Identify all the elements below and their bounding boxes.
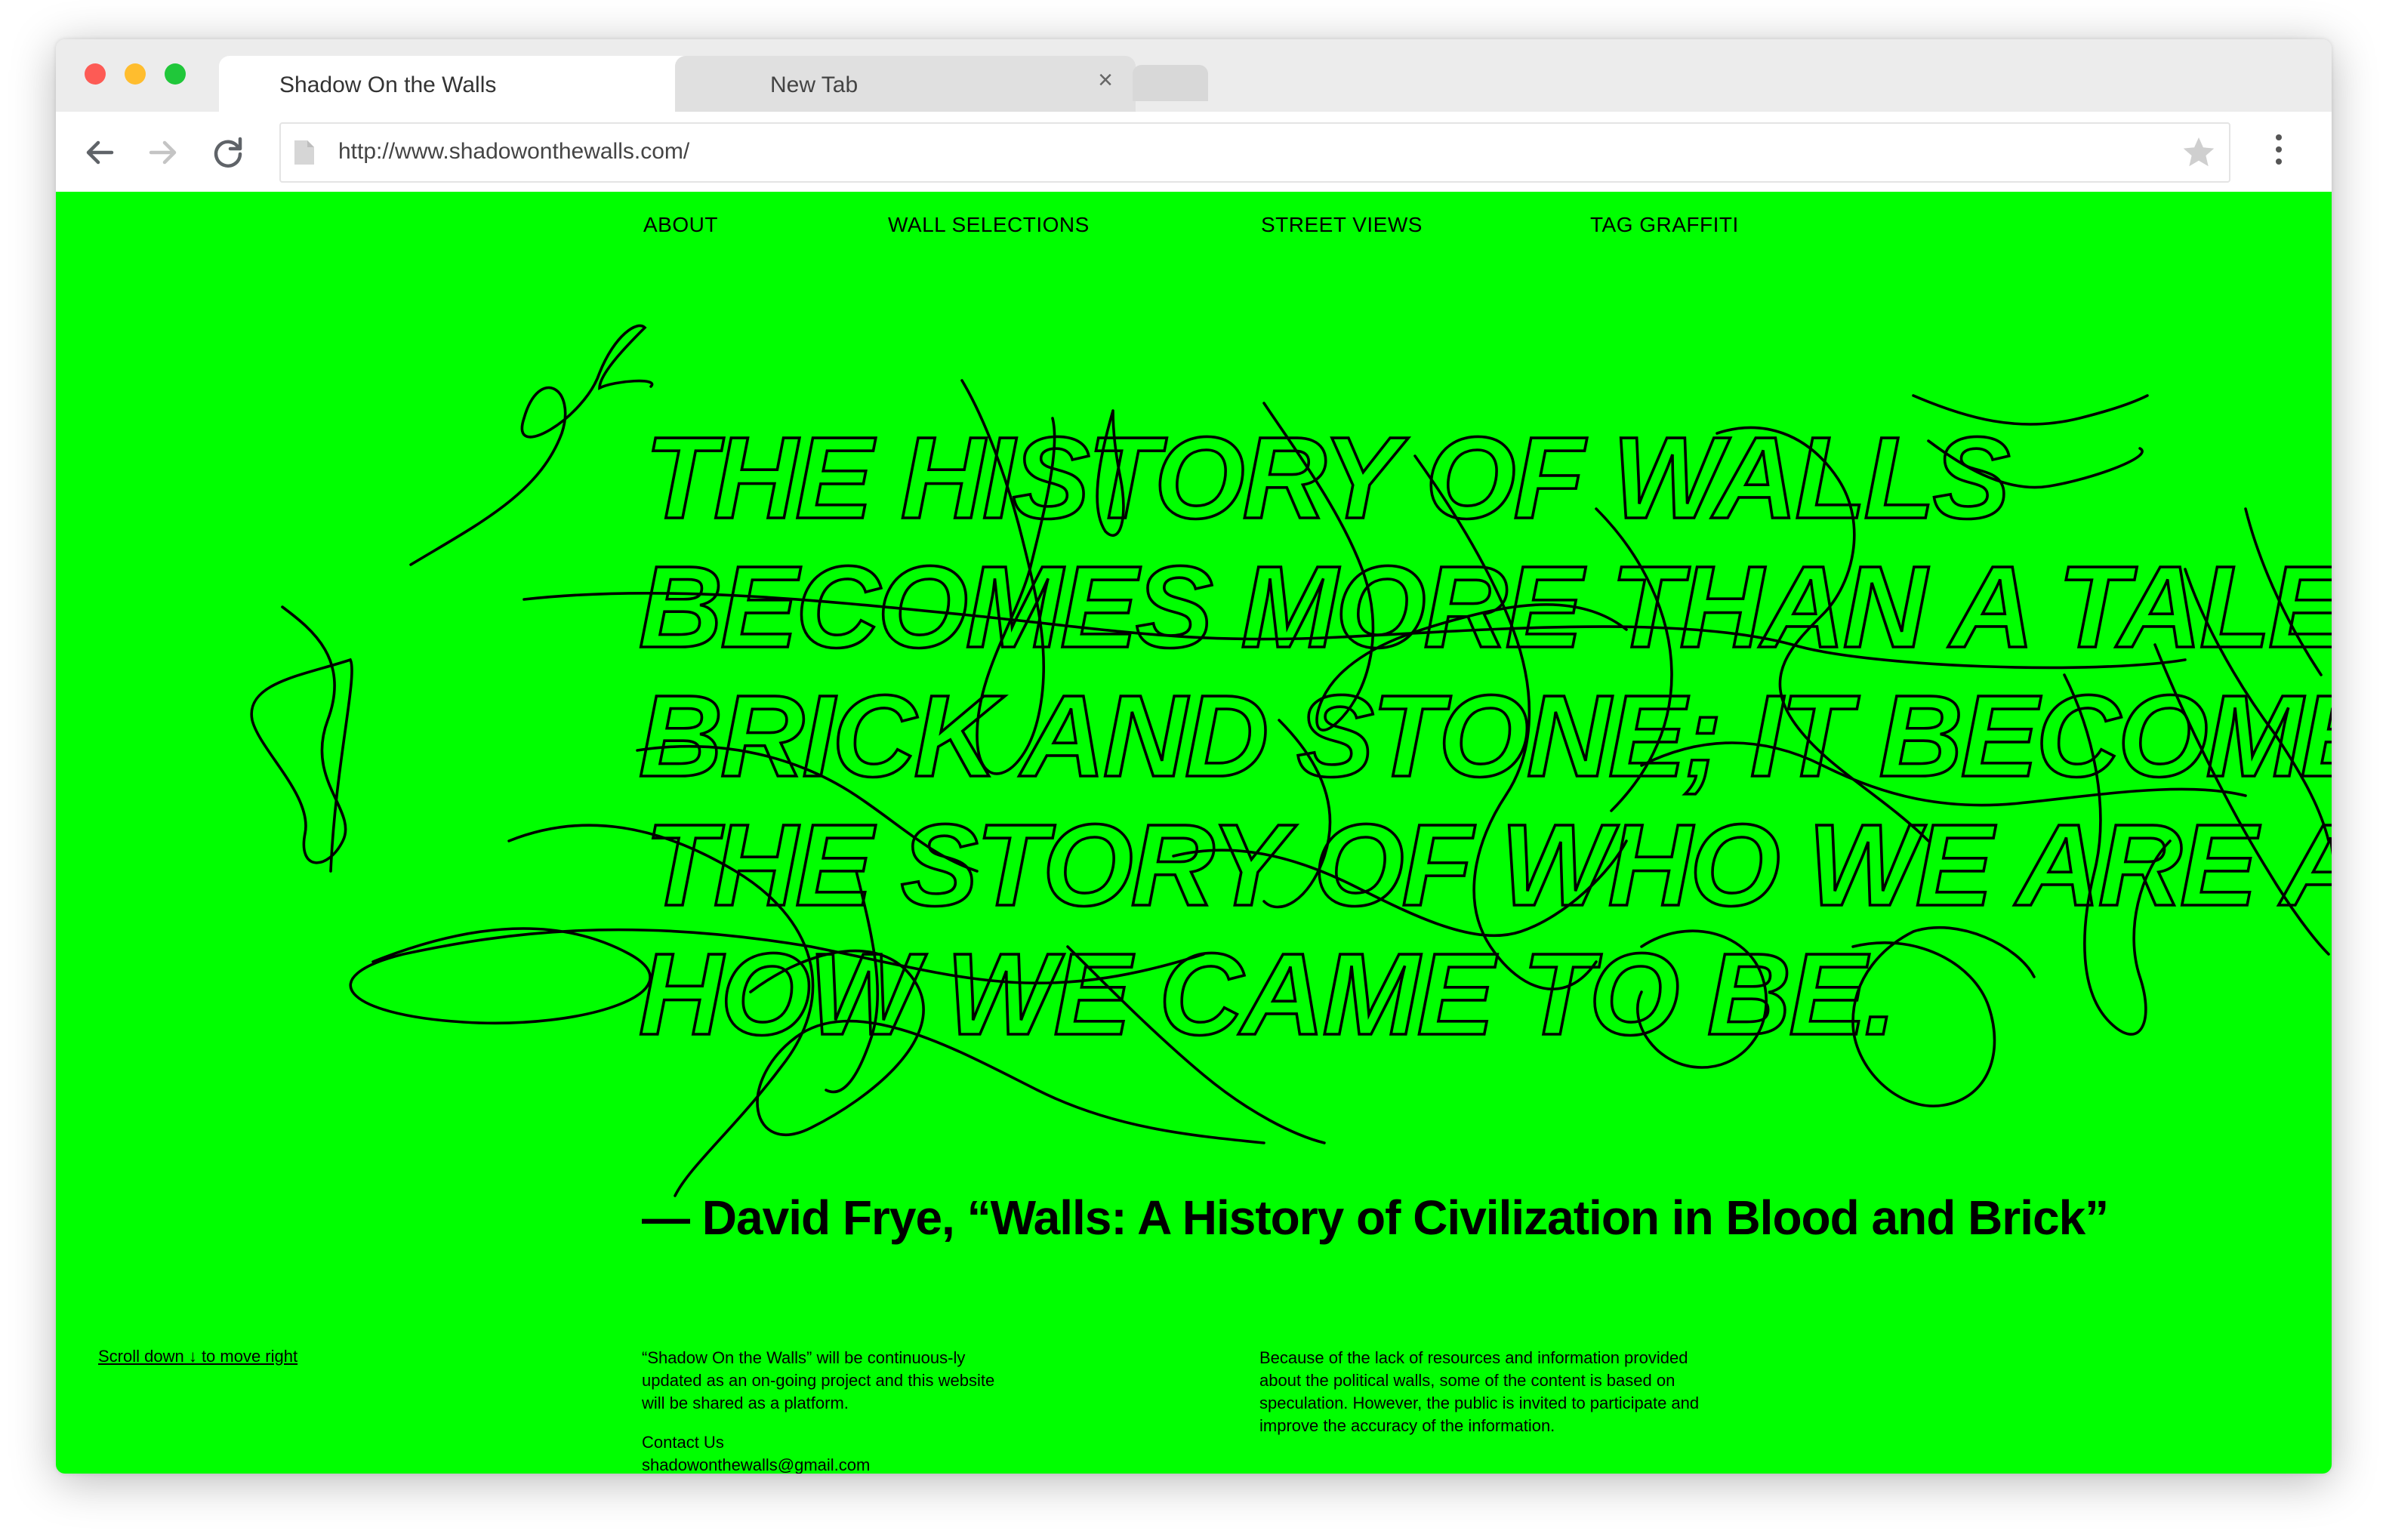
contact-email[interactable]: shadowonthewalls@gmail.com — [642, 1454, 1004, 1474]
minimize-window-button[interactable] — [125, 63, 146, 85]
contact-label: Contact Us — [642, 1433, 724, 1452]
quote-line: THE STORY OF WHO WE ARE AND — [645, 800, 2332, 930]
address-bar[interactable]: http://www.shadowonthewalls.com/ — [279, 122, 2230, 183]
quote-line: BECOMES MORE THAN A TALE OF — [639, 542, 2332, 672]
close-window-button[interactable] — [85, 63, 106, 85]
dot-icon — [2276, 146, 2282, 152]
star-icon[interactable] — [2181, 134, 2217, 171]
quote-attribution: — David Frye, “Walls: A History of Civil… — [642, 1190, 2109, 1245]
tab-new-tab[interactable]: New Tab × — [675, 56, 1136, 112]
close-icon[interactable]: × — [1092, 66, 1119, 94]
forward-button[interactable] — [142, 131, 184, 174]
maximize-window-button[interactable] — [165, 63, 186, 85]
tab-title: Shadow On the Walls — [279, 72, 497, 97]
disclaimer-text: Because of the lack of resources and inf… — [1259, 1348, 1700, 1435]
reload-button[interactable] — [207, 131, 249, 174]
page-icon — [294, 140, 314, 165]
browser-toolbar: http://www.shadowonthewalls.com/ — [56, 112, 2332, 192]
arrow-right-icon — [149, 140, 177, 165]
new-tab-button[interactable] — [1133, 65, 1208, 101]
tab-strip: Shadow On the Walls × New Tab × — [56, 39, 2332, 112]
dot-icon — [2276, 134, 2282, 140]
reload-icon — [214, 137, 242, 168]
tab-shadow-on-the-walls[interactable]: Shadow On the Walls × — [219, 56, 704, 112]
project-note: “Shadow On the Walls” will be continuous… — [642, 1348, 995, 1412]
tab-title: New Tab — [770, 72, 859, 97]
page-content: ABOUT WALL SELECTIONS STREET VIEWS TAG G… — [56, 192, 2332, 1474]
arrow-left-icon — [86, 140, 114, 165]
quote-line: THE HISTORY OF WALLS — [645, 413, 2010, 543]
more-menu-button[interactable] — [2273, 134, 2285, 171]
dot-icon — [2276, 159, 2282, 165]
back-button[interactable] — [79, 131, 121, 174]
project-info: “Shadow On the Walls” will be continuous… — [642, 1347, 1004, 1474]
quote: THE HISTORY OF WALLS BECOMES MORE THAN A… — [637, 411, 2332, 1061]
url-text[interactable]: http://www.shadowonthewalls.com/ — [338, 139, 689, 165]
scroll-hint-link[interactable]: Scroll down ↓ to move right — [98, 1347, 297, 1366]
browser-window: Shadow On the Walls × New Tab × — [56, 39, 2332, 1474]
quote-line: BRICK AND STONE; IT BECOMES — [639, 671, 2332, 801]
quote-line: HOW WE CAME TO BE. — [639, 929, 1894, 1059]
